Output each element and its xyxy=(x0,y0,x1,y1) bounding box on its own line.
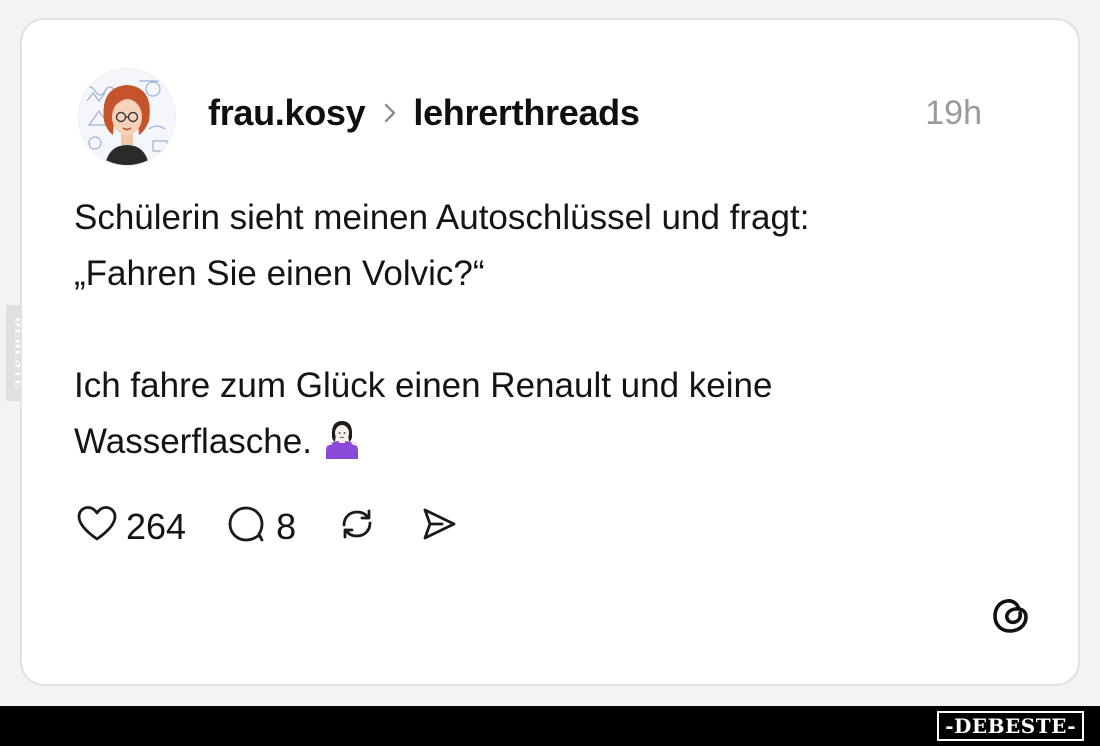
like-button[interactable]: 264 xyxy=(76,504,186,549)
post-text-line: Wasserflasche. xyxy=(74,422,312,461)
threads-logo-icon[interactable] xyxy=(988,592,1034,638)
post-text-line: Ich fahre zum Glück einen Renault und ke… xyxy=(74,366,773,405)
send-icon xyxy=(418,504,460,549)
like-count: 264 xyxy=(126,505,187,547)
post-text-line: Schülerin sieht meinen Autoschlüssel und… xyxy=(74,198,810,237)
chevron-right-icon xyxy=(383,102,397,124)
post-actions: 264 8 xyxy=(76,504,500,549)
bottom-watermark-bar: -DEBESTE- xyxy=(0,706,1100,746)
post-card: frau.kosy lehrerthreads 19h Schülerin si… xyxy=(20,18,1080,686)
repost-button[interactable] xyxy=(336,504,378,549)
speech-bubble-icon xyxy=(226,504,268,549)
avatar[interactable] xyxy=(78,68,176,166)
watermark-logo: -DEBESTE- xyxy=(937,711,1084,741)
avatar-illustration xyxy=(79,69,175,165)
post-body: Schülerin sieht meinen Autoschlüssel und… xyxy=(74,190,974,476)
post-text-last-line: Wasserflasche. xyxy=(74,414,974,476)
community-name[interactable]: lehrerthreads xyxy=(413,92,640,134)
post-header: frau.kosy lehrerthreads xyxy=(208,92,640,134)
post-timestamp: 19h xyxy=(925,94,982,132)
reply-button[interactable]: 8 xyxy=(226,504,296,549)
author-name[interactable]: frau.kosy xyxy=(208,92,366,134)
person-shrugging-icon xyxy=(322,419,362,476)
share-button[interactable] xyxy=(418,504,460,549)
post-text-line: „Fahren Sie einen Volvic?“ xyxy=(74,254,485,293)
reply-count: 8 xyxy=(276,505,297,547)
heart-icon xyxy=(76,504,118,549)
paragraph-spacer xyxy=(74,302,974,358)
repost-arrows-icon xyxy=(336,504,378,549)
